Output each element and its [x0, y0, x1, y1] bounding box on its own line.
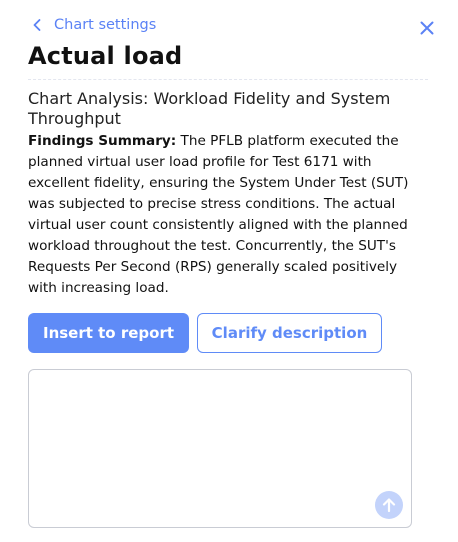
analysis-title: Chart Analysis: Workload Fidelity and Sy… [28, 89, 391, 128]
findings-summary-text: The PFLB platform executed the planned v… [28, 133, 409, 296]
clarify-description-button[interactable]: Clarify description [197, 313, 382, 353]
findings-summary-label: Findings Summary: [28, 133, 177, 149]
panel-header-bar: Chart settings [28, 14, 434, 36]
findings-summary: Findings Summary: The PFLB platform exec… [28, 131, 428, 299]
arrow-up-icon [382, 497, 396, 513]
chevron-left-icon [32, 18, 42, 32]
back-to-chart-settings-link[interactable]: Chart settings [28, 17, 156, 33]
clarification-input-box [28, 369, 412, 528]
send-button[interactable] [375, 491, 403, 519]
insert-to-report-button[interactable]: Insert to report [28, 313, 189, 353]
close-icon[interactable] [418, 19, 436, 37]
chart-description-panel: Chart settings Actual load Chart Analysi… [0, 0, 458, 542]
clarification-textarea[interactable] [29, 370, 411, 527]
action-buttons: Insert to report Clarify description [28, 313, 382, 353]
header-divider [28, 79, 428, 80]
back-link-label: Chart settings [54, 17, 157, 33]
page-title: Actual load [28, 42, 183, 70]
